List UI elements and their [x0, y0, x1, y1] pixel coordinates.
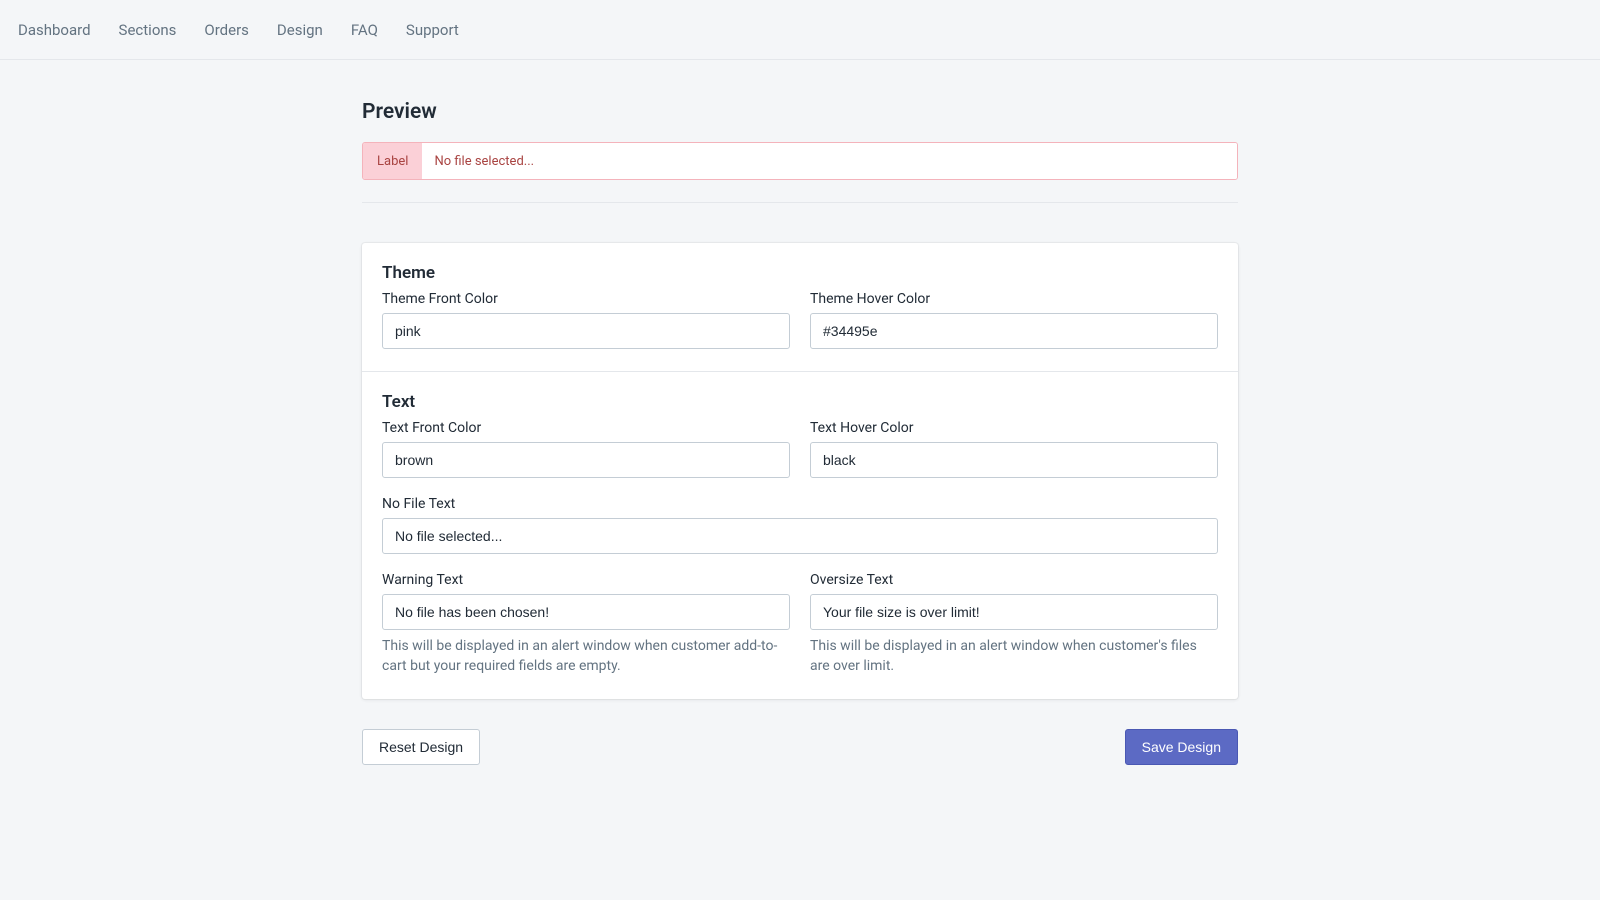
nofile-input[interactable] [382, 518, 1218, 554]
warning-label: Warning Text [382, 572, 790, 588]
warning-input[interactable] [382, 594, 790, 630]
text-front-input[interactable] [382, 442, 790, 478]
nav-sections[interactable]: Sections [105, 1, 191, 59]
preview-nofile-text: No file selected... [422, 143, 1237, 179]
text-heading: Text [382, 392, 1218, 412]
nav-support[interactable]: Support [392, 1, 473, 59]
text-front-label: Text Front Color [382, 420, 790, 436]
save-button[interactable]: Save Design [1125, 729, 1238, 765]
text-section: Text Text Front Color Text Hover Color N… [362, 371, 1238, 699]
theme-front-label: Theme Front Color [382, 291, 790, 307]
theme-hover-input[interactable] [810, 313, 1218, 349]
oversize-input[interactable] [810, 594, 1218, 630]
reset-button[interactable]: Reset Design [362, 729, 480, 765]
theme-heading: Theme [382, 263, 1218, 283]
nav-orders[interactable]: Orders [190, 1, 263, 59]
oversize-help: This will be displayed in an alert windo… [810, 636, 1218, 677]
oversize-label: Oversize Text [810, 572, 1218, 588]
divider [362, 202, 1238, 203]
nav-faq[interactable]: FAQ [337, 1, 392, 59]
theme-hover-label: Theme Hover Color [810, 291, 1218, 307]
settings-card: Theme Theme Front Color Theme Hover Colo… [362, 243, 1238, 699]
nofile-label: No File Text [382, 496, 1218, 512]
top-nav: Dashboard Sections Orders Design FAQ Sup… [0, 0, 1600, 60]
text-hover-label: Text Hover Color [810, 420, 1218, 436]
actions-row: Reset Design Save Design [362, 729, 1238, 765]
nav-design[interactable]: Design [263, 1, 337, 59]
preview-label: Label [363, 143, 422, 179]
preview-heading: Preview [362, 100, 1238, 124]
nav-dashboard[interactable]: Dashboard [4, 1, 105, 59]
theme-section: Theme Theme Front Color Theme Hover Colo… [362, 243, 1238, 371]
theme-front-input[interactable] [382, 313, 790, 349]
main-content: Preview Label No file selected... Theme … [362, 60, 1238, 765]
preview-box: Label No file selected... [362, 142, 1238, 180]
warning-help: This will be displayed in an alert windo… [382, 636, 790, 677]
text-hover-input[interactable] [810, 442, 1218, 478]
